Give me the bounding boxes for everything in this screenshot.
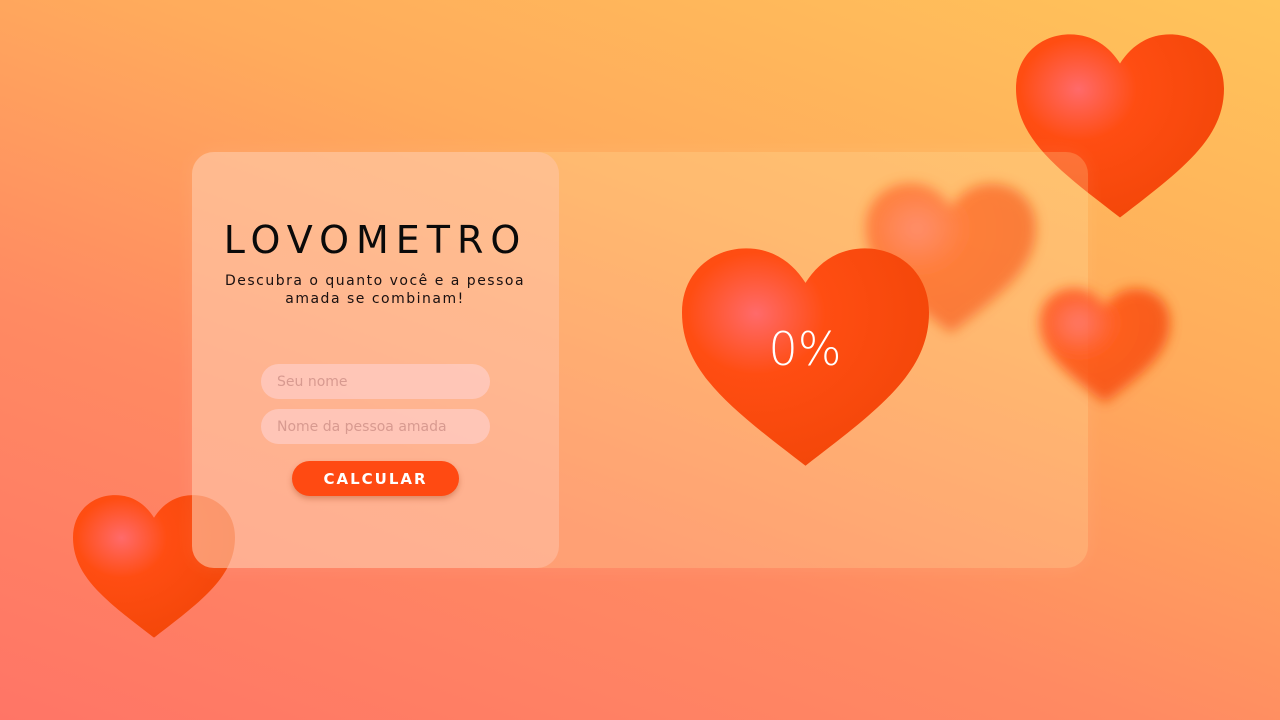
- page-title: LOVOMETRO: [223, 218, 528, 262]
- partner-name-input[interactable]: [261, 409, 490, 444]
- page-subtitle: Descubra o quanto você e a pessoa amada …: [224, 273, 526, 307]
- name-input[interactable]: [261, 364, 490, 399]
- result-percentage: 0%: [768, 322, 842, 376]
- heart-icon: [1040, 285, 1170, 409]
- calculate-button[interactable]: CALCULAR: [292, 461, 459, 496]
- form-panel: [192, 152, 559, 568]
